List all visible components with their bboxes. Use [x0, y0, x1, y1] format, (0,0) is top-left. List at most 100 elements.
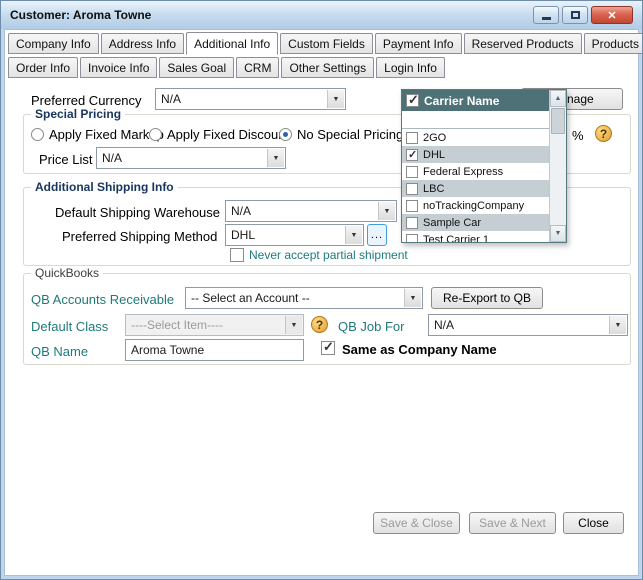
carrier-popup: Carrier Name 2GO DHL Federal Express LBC: [401, 89, 567, 243]
quickbooks-group-title: QuickBooks: [31, 266, 103, 280]
carrier-popup-header: Carrier Name: [402, 90, 549, 111]
help-icon[interactable]: ?: [595, 125, 612, 142]
radio-apply-fixed-discount[interactable]: Apply Fixed Discount: [149, 127, 289, 142]
tab-products-on-back-order[interactable]: Products On Back-Order: [584, 33, 643, 54]
never-accept-partial-checkbox[interactable]: [230, 248, 244, 262]
dropdown-arrow-icon: ▼: [404, 289, 421, 307]
same-as-company-name-label: Same as Company Name: [342, 342, 497, 357]
radio-no-special-pricing[interactable]: No Special Pricing: [279, 127, 403, 142]
tab-invoice-info[interactable]: Invoice Info: [80, 57, 157, 78]
carrier-row[interactable]: LBC: [402, 180, 549, 197]
tab-bar-primary: Company Info Address Info Additional Inf…: [8, 33, 643, 55]
dropdown-arrow-icon: ▼: [267, 149, 284, 167]
tab-order-info[interactable]: Order Info: [8, 57, 78, 78]
carrier-row[interactable]: Test Carrier 1: [402, 231, 549, 242]
carrier-row[interactable]: Sample Car: [402, 214, 549, 231]
radio-icon: [149, 128, 162, 141]
tab-crm[interactable]: CRM: [236, 57, 279, 78]
qb-accounts-receivable-label: QB Accounts Receivable: [31, 292, 174, 307]
dropdown-arrow-icon: ▼: [609, 316, 626, 334]
default-shipping-warehouse-dropdown[interactable]: N/A ▼: [225, 200, 397, 222]
preferred-shipping-method-value: DHL: [231, 228, 255, 242]
radio-icon: [279, 128, 292, 141]
scroll-down-icon[interactable]: ▼: [550, 225, 566, 242]
window-controls: ✕: [533, 6, 633, 24]
tab-login-info[interactable]: Login Info: [376, 57, 445, 78]
help-icon[interactable]: ?: [311, 316, 328, 333]
qb-name-label: QB Name: [31, 344, 88, 359]
price-list-value: N/A: [102, 151, 122, 165]
default-class-value: ----Select Item----: [131, 318, 223, 332]
shipping-group-title: Additional Shipping Info: [31, 180, 178, 194]
save-next-button[interactable]: Save & Next: [469, 512, 556, 534]
shipping-method-browse-button[interactable]: ...: [367, 224, 387, 246]
scroll-up-icon[interactable]: ▲: [550, 90, 566, 107]
default-shipping-warehouse-value: N/A: [231, 204, 251, 218]
tab-additional-info[interactable]: Additional Info: [186, 32, 278, 55]
minimize-button[interactable]: [533, 6, 559, 24]
radio-apply-fixed-markup[interactable]: Apply Fixed Markup: [31, 127, 164, 142]
dropdown-arrow-icon: ▼: [378, 202, 395, 220]
percent-label: %: [572, 128, 584, 143]
qb-job-for-value: N/A: [434, 318, 454, 332]
dropdown-arrow-icon: ▼: [327, 90, 344, 108]
dropdown-arrow-icon: ▼: [345, 226, 362, 244]
dropdown-arrow-icon: ▼: [285, 316, 302, 334]
qb-job-for-label: QB Job For: [338, 319, 404, 334]
close-button[interactable]: Close: [563, 512, 624, 534]
same-as-company-name-checkbox[interactable]: [321, 341, 335, 355]
carrier-row[interactable]: noTrackingCompany: [402, 197, 549, 214]
close-window-button[interactable]: ✕: [591, 6, 633, 24]
carrier-scrollbar[interactable]: ▲ ▼: [549, 90, 566, 242]
price-list-dropdown[interactable]: N/A ▼: [96, 147, 286, 169]
radio-icon: [31, 128, 44, 141]
carrier-list: 2GO DHL Federal Express LBC noTrackingCo…: [402, 111, 549, 242]
preferred-shipping-method-dropdown[interactable]: DHL ▼: [225, 224, 364, 246]
customer-dialog: Customer: Aroma Towne ✕ Company Info Add…: [0, 0, 643, 580]
close-icon: ✕: [607, 9, 616, 22]
reexport-to-qb-button[interactable]: Re-Export to QB: [431, 287, 543, 309]
price-list-label: Price List: [39, 152, 92, 167]
window-title: Customer: Aroma Towne: [10, 8, 151, 22]
save-close-button[interactable]: Save & Close: [373, 512, 460, 534]
carrier-checkbox[interactable]: [406, 217, 418, 229]
carrier-checkbox[interactable]: [406, 183, 418, 195]
minimize-icon: [542, 17, 551, 20]
tab-other-settings[interactable]: Other Settings: [281, 57, 374, 78]
carrier-row-blank[interactable]: [402, 111, 549, 129]
preferred-shipping-method-label: Preferred Shipping Method: [62, 229, 217, 244]
special-pricing-title: Special Pricing: [31, 107, 125, 121]
carrier-checkbox[interactable]: [406, 149, 418, 161]
carrier-row[interactable]: DHL: [402, 146, 549, 163]
scrollbar-thumb[interactable]: [551, 108, 565, 134]
qb-job-for-dropdown[interactable]: N/A ▼: [428, 314, 628, 336]
carrier-checkbox[interactable]: [406, 166, 418, 178]
preferred-currency-label: Preferred Currency: [31, 93, 142, 108]
qb-accounts-receivable-value: -- Select an Account --: [191, 291, 310, 305]
default-class-label: Default Class: [31, 319, 108, 334]
carrier-select-all-checkbox[interactable]: [406, 94, 419, 107]
carrier-checkbox[interactable]: [406, 200, 418, 212]
default-shipping-warehouse-label: Default Shipping Warehouse: [55, 205, 220, 220]
tab-address-info[interactable]: Address Info: [101, 33, 184, 54]
carrier-row[interactable]: 2GO: [402, 129, 549, 146]
carrier-row[interactable]: Federal Express: [402, 163, 549, 180]
default-class-dropdown[interactable]: ----Select Item---- ▼: [125, 314, 304, 336]
maximize-button[interactable]: [562, 6, 588, 24]
carrier-checkbox[interactable]: [406, 234, 418, 243]
tab-sales-goal[interactable]: Sales Goal: [159, 57, 234, 78]
carrier-checkbox[interactable]: [406, 132, 418, 144]
qb-name-input[interactable]: Aroma Towne: [125, 339, 304, 361]
tab-custom-fields[interactable]: Custom Fields: [280, 33, 373, 54]
maximize-icon: [571, 11, 580, 19]
qb-name-value: Aroma Towne: [131, 343, 204, 357]
tab-payment-info[interactable]: Payment Info: [375, 33, 462, 54]
preferred-currency-value: N/A: [161, 92, 181, 106]
preferred-currency-dropdown[interactable]: N/A ▼: [155, 88, 346, 110]
qb-accounts-receivable-dropdown[interactable]: -- Select an Account -- ▼: [185, 287, 423, 309]
title-bar[interactable]: Customer: Aroma Towne ✕: [1, 1, 642, 29]
never-accept-partial-label: Never accept partial shipment: [249, 248, 408, 262]
tab-reserved-products[interactable]: Reserved Products: [464, 33, 582, 54]
tab-company-info[interactable]: Company Info: [8, 33, 99, 54]
tab-bar-secondary: Order Info Invoice Info Sales Goal CRM O…: [8, 57, 445, 78]
